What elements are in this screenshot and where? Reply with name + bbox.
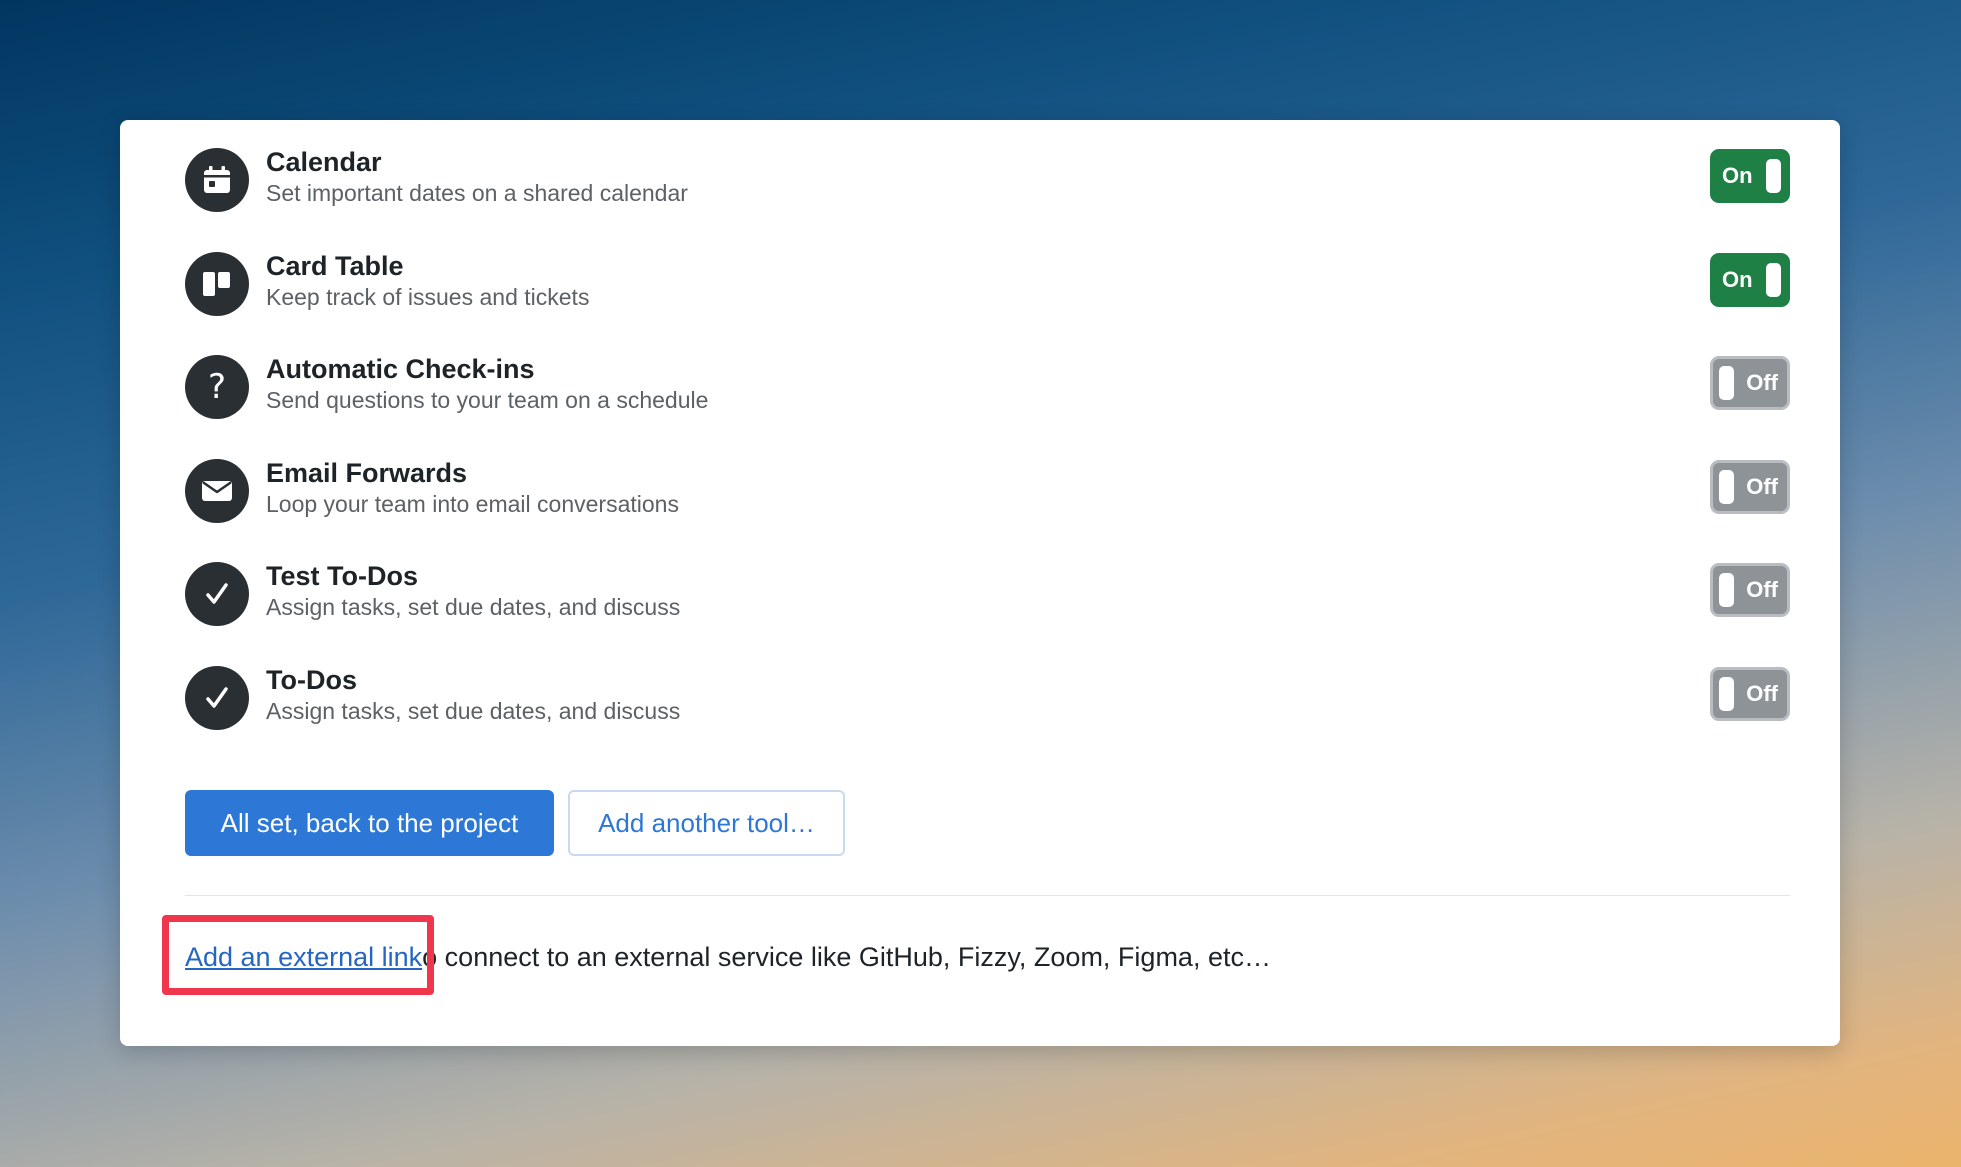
toggle-knob <box>1719 366 1734 400</box>
tool-text: Calendar Set important dates on a shared… <box>266 146 688 209</box>
toggle-label: Off <box>1746 474 1778 499</box>
tool-name: Calendar <box>266 147 382 177</box>
add-another-tool-button[interactable]: Add another tool… <box>568 790 845 856</box>
toggle-label: Off <box>1746 370 1778 395</box>
tool-description: Assign tasks, set due dates, and discuss <box>266 594 681 620</box>
toggle-test-to-dos[interactable]: Off <box>1710 563 1790 617</box>
tool-name: Test To-Dos <box>266 561 418 591</box>
question-icon: ? <box>185 355 249 419</box>
external-link-description: o connect to an external service like Gi… <box>422 942 1271 972</box>
tool-name: Automatic Check-ins <box>266 354 535 384</box>
tool-name: Card Table <box>266 251 404 281</box>
back-to-project-button[interactable]: All set, back to the project <box>185 790 554 856</box>
checkmark-icon <box>185 562 249 626</box>
tool-text: Card Table Keep track of issues and tick… <box>266 250 589 313</box>
toggle-knob <box>1766 159 1781 193</box>
checkmark-icon <box>185 666 249 730</box>
tool-description: Send questions to your team on a schedul… <box>266 387 709 413</box>
tool-name: To-Dos <box>266 665 357 695</box>
toggle-label: On <box>1722 163 1753 188</box>
tool-name: Email Forwards <box>266 458 468 488</box>
tool-row-automatic-check-ins: ? Automatic Check-ins Send questions to … <box>185 353 1790 423</box>
external-link-row: Add an external linko connect to an exte… <box>185 937 1271 977</box>
toggle-email-forwards[interactable]: Off <box>1710 460 1790 514</box>
tool-text: Test To-Dos Assign tasks, set due dates,… <box>266 560 680 623</box>
card-table-icon <box>185 252 249 316</box>
envelope-icon <box>185 459 249 523</box>
calendar-icon <box>185 148 249 212</box>
tool-text: To-Dos Assign tasks, set due dates, and … <box>266 664 680 727</box>
toggle-label: Off <box>1746 577 1778 602</box>
toggle-calendar[interactable]: On <box>1710 149 1790 203</box>
tool-row-card-table: Card Table Keep track of issues and tick… <box>185 250 1790 320</box>
tool-description: Loop your team into email conversations <box>266 491 679 517</box>
toggle-label: Off <box>1746 681 1778 706</box>
toggle-card-table[interactable]: On <box>1710 253 1790 307</box>
toggle-to-dos[interactable]: Off <box>1710 667 1790 721</box>
tool-text: Email Forwards Loop your team into email… <box>266 457 679 520</box>
toggle-automatic-check-ins[interactable]: Off <box>1710 356 1790 410</box>
tool-row-email-forwards: Email Forwards Loop your team into email… <box>185 457 1790 527</box>
add-external-link[interactable]: Add an external link <box>185 942 422 972</box>
tool-row-calendar: Calendar Set important dates on a shared… <box>185 146 1790 216</box>
tool-row-to-dos: To-Dos Assign tasks, set due dates, and … <box>185 664 1790 734</box>
tool-description: Set important dates on a shared calendar <box>266 180 688 206</box>
tool-text: Automatic Check-ins Send questions to yo… <box>266 353 708 416</box>
toggle-knob <box>1719 470 1734 504</box>
tool-description: Assign tasks, set due dates, and discuss <box>266 698 681 724</box>
toggle-knob <box>1719 573 1734 607</box>
toggle-label: On <box>1722 267 1753 292</box>
tool-description: Keep track of issues and tickets <box>266 284 590 310</box>
toggle-knob <box>1719 677 1734 711</box>
tools-panel: Calendar Set important dates on a shared… <box>120 120 1840 1046</box>
toggle-knob <box>1766 263 1781 297</box>
divider <box>185 895 1790 896</box>
tool-row-test-to-dos: Test To-Dos Assign tasks, set due dates,… <box>185 560 1790 630</box>
